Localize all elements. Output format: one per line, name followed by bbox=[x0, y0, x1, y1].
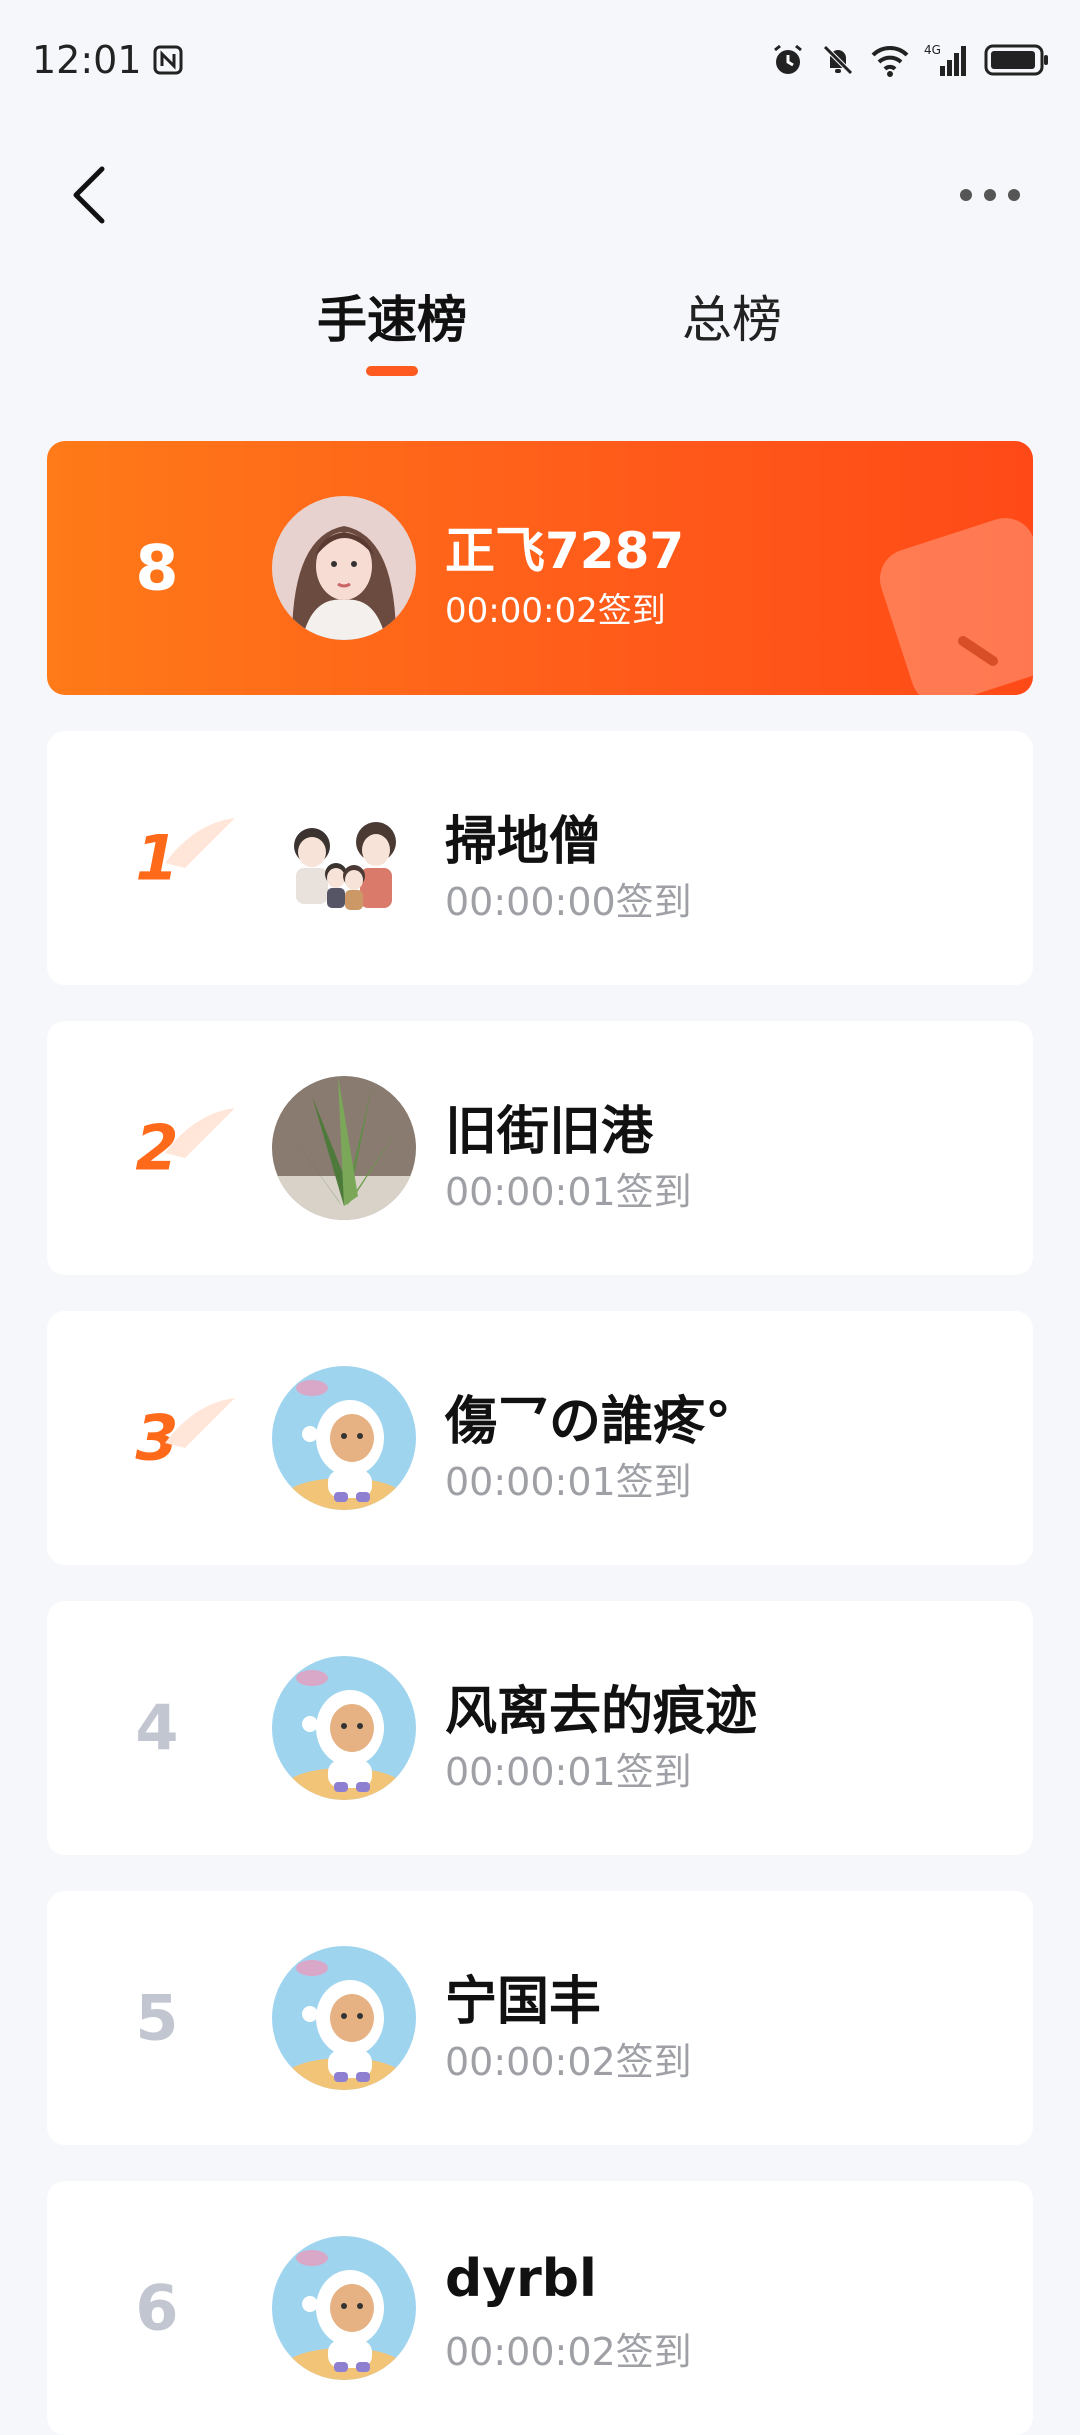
plant-avatar bbox=[272, 1076, 416, 1220]
more-button[interactable] bbox=[950, 155, 1030, 235]
checkin-time: 00:00:01签到 bbox=[445, 1750, 692, 1794]
rank-swoosh-icon bbox=[165, 1398, 235, 1448]
list-item[interactable]: 5 宁国丰 00:00:02签到 bbox=[47, 1891, 1033, 2145]
back-button[interactable] bbox=[50, 155, 130, 235]
list-item[interactable]: 2 旧街旧港 00:00:01签到 bbox=[47, 1021, 1033, 1275]
astronaut-avatar bbox=[272, 1656, 416, 1800]
checkin-time: 00:00:00签到 bbox=[445, 880, 692, 924]
checkin-time: 00:00:01签到 bbox=[445, 1460, 692, 1504]
checkin-time: 00:00:02签到 bbox=[445, 2330, 692, 2374]
rank-swoosh-icon bbox=[165, 1108, 235, 1158]
checkin-time: 00:00:01签到 bbox=[445, 1170, 692, 1214]
family-cartoon-avatar bbox=[272, 786, 416, 930]
avatar bbox=[272, 786, 416, 930]
tab-label: 手速榜 bbox=[317, 291, 467, 349]
nfc-icon bbox=[152, 44, 184, 76]
nav-bar bbox=[0, 140, 1080, 250]
rank-number: 6 bbox=[135, 2271, 179, 2345]
rank-number: 4 bbox=[135, 1691, 179, 1765]
avatar bbox=[272, 1946, 416, 2090]
tab-total-ranking[interactable]: 总榜 bbox=[672, 280, 792, 352]
avatar bbox=[272, 2236, 416, 2380]
cellular-signal-icon: 4G bbox=[924, 42, 970, 78]
user-name: dyrbl bbox=[445, 2249, 597, 2309]
avatar bbox=[272, 496, 416, 640]
user-name: 掃地僧 bbox=[445, 812, 602, 872]
list-item[interactable]: 4 风离去的痕迹 00:00:01签到 bbox=[47, 1601, 1033, 1855]
list-item[interactable]: 1 掃地僧 00:00:00签到 bbox=[47, 731, 1033, 985]
checkin-time: 00:00:02签到 bbox=[445, 591, 666, 631]
list-item[interactable]: 3 傷乛の誰疼° 00:00:01签到 bbox=[47, 1311, 1033, 1565]
girl-portrait-avatar bbox=[272, 496, 416, 640]
avatar bbox=[272, 1366, 416, 1510]
clock: 12:01 bbox=[32, 38, 142, 82]
checkin-time: 00:00:02签到 bbox=[445, 2040, 692, 2084]
avatar bbox=[272, 1076, 416, 1220]
list-item[interactable]: 6 dyrbl 00:00:02签到 bbox=[47, 2181, 1033, 2435]
wifi-icon bbox=[870, 43, 910, 77]
user-name: 宁国丰 bbox=[445, 1972, 602, 2032]
tab-label: 总榜 bbox=[682, 291, 782, 349]
astronaut-avatar bbox=[272, 2236, 416, 2380]
tab-active-indicator bbox=[366, 366, 418, 376]
user-name: 傷乛の誰疼° bbox=[445, 1392, 732, 1452]
my-rank-card[interactable]: 8 正飞7287 00:00:02签到 bbox=[47, 441, 1033, 695]
astronaut-avatar bbox=[272, 1946, 416, 2090]
rank-swoosh-icon bbox=[165, 818, 235, 868]
status-bar: 12:01 4G bbox=[0, 0, 1080, 120]
more-dots-icon bbox=[960, 189, 1020, 201]
chevron-left-icon bbox=[73, 166, 105, 224]
user-name: 正飞7287 bbox=[445, 522, 685, 580]
rank-number: 5 bbox=[135, 1981, 179, 2055]
astronaut-avatar bbox=[272, 1366, 416, 1510]
alarm-icon bbox=[770, 42, 806, 78]
avatar bbox=[272, 1656, 416, 1800]
user-name: 风离去的痕迹 bbox=[445, 1682, 758, 1742]
tab-speed-ranking[interactable]: 手速榜 bbox=[310, 280, 474, 376]
trophy-decoration-icon bbox=[879, 517, 1033, 695]
user-name: 旧街旧港 bbox=[445, 1102, 654, 1162]
battery-icon bbox=[984, 43, 1050, 77]
mute-icon bbox=[820, 42, 856, 78]
tab-bar: 手速榜 总榜 bbox=[0, 280, 1080, 390]
rank-number: 8 bbox=[135, 531, 179, 605]
network-type: 4G bbox=[924, 43, 941, 57]
